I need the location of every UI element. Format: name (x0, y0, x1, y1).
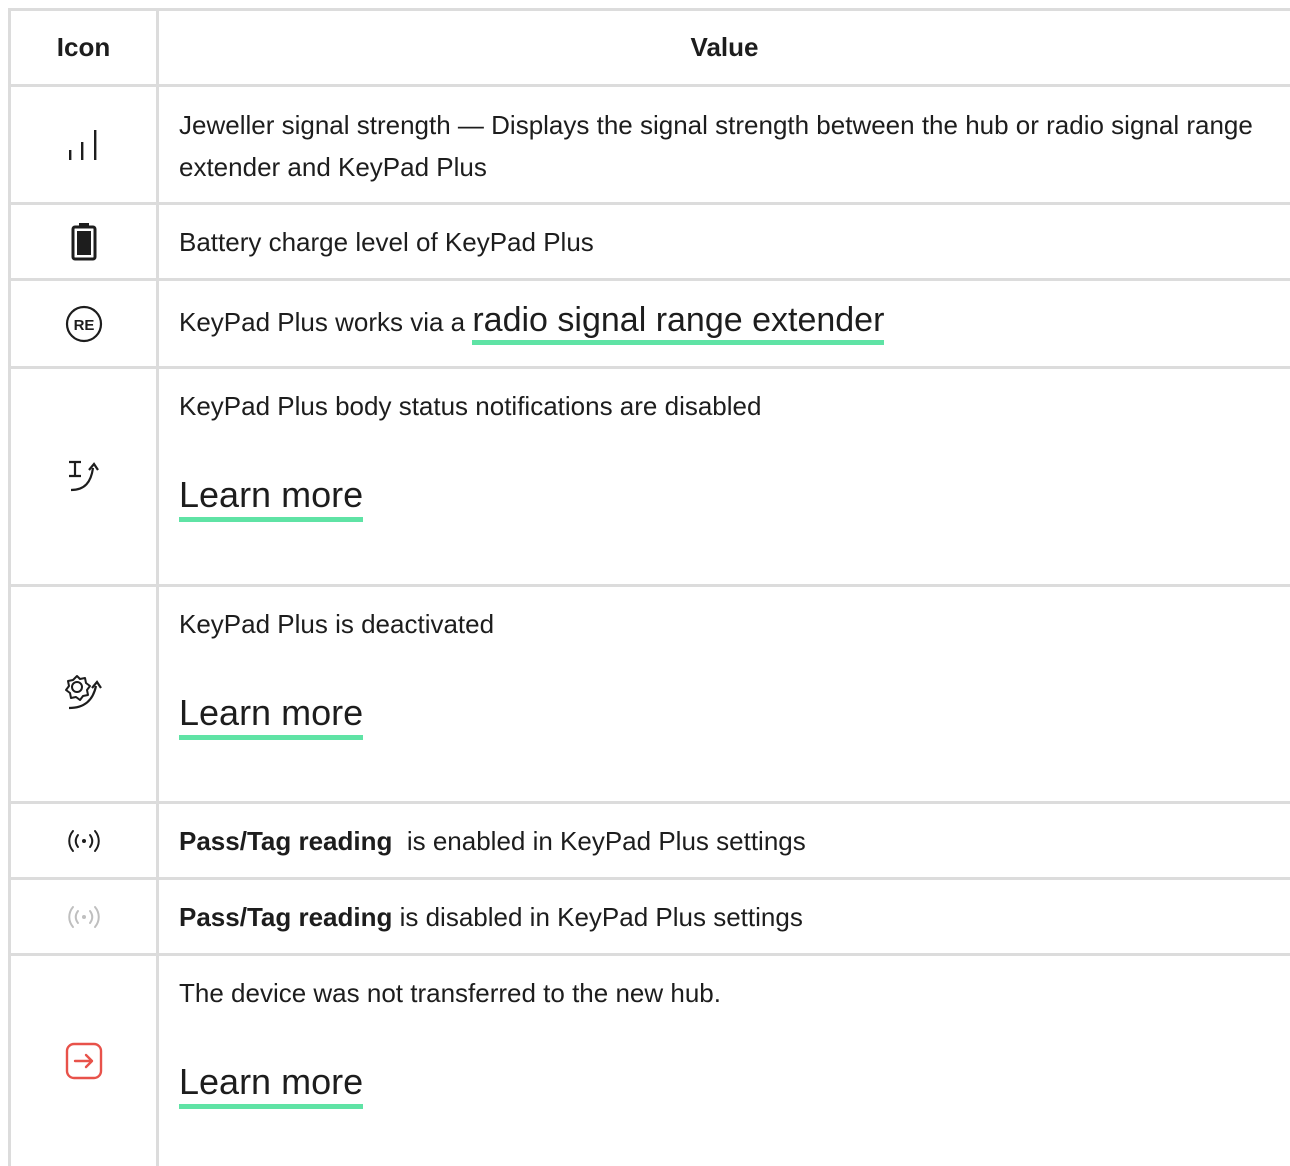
table-row-tag-enabled-text: Pass/Tag reading is enabled in KeyPad Pl… (179, 820, 1260, 862)
table-divider (8, 877, 1290, 880)
table-divider (8, 953, 1290, 956)
table-row-re-icon-cell: RE (10, 281, 157, 366)
re-icon: RE (65, 305, 102, 342)
table-row-body-icon-cell (10, 369, 157, 584)
table-row-signal-icon-cell (10, 87, 157, 202)
tag-reading-label: Pass/Tag reading (179, 826, 393, 856)
table-row-signal-text: Jeweller signal strength — Displays the … (179, 110, 1253, 182)
tag-reading-enabled-icon (67, 829, 100, 852)
learn-more-link[interactable]: Learn more (179, 475, 364, 522)
header-icon: Icon (56, 32, 111, 62)
tag-enabled-suffix: is enabled in KeyPad Plus settings (392, 826, 806, 856)
table-divider (8, 366, 1290, 369)
tag-reading-label: Pass/Tag reading (179, 902, 393, 932)
tag-reading-disabled-icon (67, 905, 100, 928)
body-notification-off-icon (68, 460, 99, 491)
table-row-transfer-text-cell: The device was not transferred to the ne… (179, 972, 1260, 1162)
icons-table: Icon Value Jeweller signal strength — Di… (0, 0, 1290, 1166)
table-divider (8, 202, 1290, 205)
battery-icon (71, 222, 96, 260)
transfer-failed-icon (65, 1042, 102, 1080)
table-divider (8, 278, 1290, 281)
table-divider (8, 84, 1290, 87)
re-icon-label: RE (73, 317, 94, 334)
tag-disabled-suffix: is disabled in KeyPad Plus settings (392, 902, 803, 932)
table-row-deactivated-text-cell: KeyPad Plus is deactivated Learn more (179, 603, 1260, 793)
learn-more-link[interactable]: Learn more (179, 693, 364, 740)
table-row-battery-text: Battery charge level of KeyPad Plus (179, 227, 594, 257)
signal-strength-icon (68, 129, 96, 160)
table-row-tag-disabled-text: Pass/Tag reading is disabled in KeyPad P… (179, 896, 1260, 938)
table-row-body-text-cell: KeyPad Plus body status notifications ar… (179, 385, 1260, 575)
table-row-tag-enabled-icon-cell (10, 804, 157, 877)
table-divider (8, 801, 1290, 804)
radio-signal-range-extender-link[interactable]: radio signal range extender (472, 300, 885, 345)
table-row-tag-disabled-icon-cell (10, 880, 157, 953)
table-divider (8, 584, 1290, 587)
table-row-deactivated-icon-cell (10, 587, 157, 801)
deactivated-gear-icon (64, 675, 102, 710)
table-row-battery-icon-cell (10, 205, 157, 278)
table-row-transfer-text: The device was not transferred to the ne… (179, 978, 721, 1008)
learn-more-link[interactable]: Learn more (179, 1062, 364, 1109)
header-value: Value (690, 32, 759, 62)
table-row-transfer-icon-cell (10, 956, 157, 1166)
table-row-re-text: KeyPad Plus works via a radio signal ran… (179, 300, 1260, 345)
re-text-prefix: KeyPad Plus works via a (179, 307, 473, 337)
table-row-body-text: KeyPad Plus body status notifications ar… (179, 391, 762, 421)
table-row-deactivated-text: KeyPad Plus is deactivated (179, 609, 495, 639)
